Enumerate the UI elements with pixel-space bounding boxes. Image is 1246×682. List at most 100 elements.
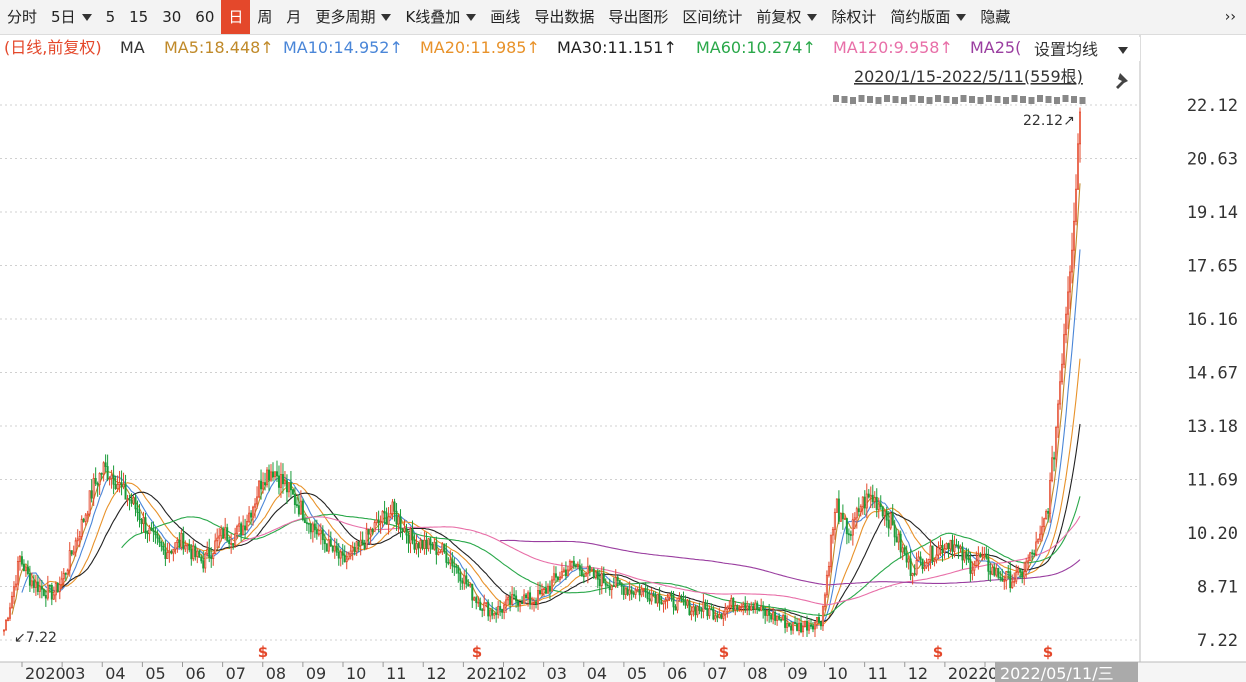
toolbar-item-9[interactable]: 更多周期 (308, 0, 398, 34)
candle-body (656, 593, 659, 604)
candle-body (564, 569, 567, 577)
candle-body (720, 614, 723, 619)
candle-body (323, 539, 326, 545)
candle-body (550, 579, 553, 592)
y-tick-label: 22.12 (1187, 96, 1238, 116)
toolbar-item-17[interactable]: 简约版面 (883, 0, 973, 34)
toolbar-item-3[interactable]: 15 (122, 0, 155, 34)
legend-item-ma: MA10:14.952↑ (283, 38, 403, 57)
candle-body (756, 602, 759, 611)
candle-body (1057, 403, 1060, 428)
obscured-tick-mark (1062, 95, 1069, 102)
candle-body (979, 554, 982, 558)
candle-body (315, 529, 318, 535)
candle-body (792, 622, 795, 631)
toolbar-item-1[interactable]: 5日 (44, 0, 99, 34)
candle-body (696, 606, 699, 616)
candle-body (120, 482, 123, 488)
candle-body (831, 529, 834, 536)
candle-body (640, 588, 643, 596)
toolbar-item-12[interactable]: 导出数据 (527, 0, 601, 34)
candle-body (1065, 313, 1068, 336)
candle-body (897, 533, 900, 543)
candle-body (246, 521, 249, 531)
candle-body (144, 517, 147, 534)
toolbar-item-0[interactable]: 分时 (0, 0, 44, 34)
candle-body (895, 536, 898, 543)
candle-body (66, 569, 69, 575)
candle-body (592, 568, 595, 579)
candle-body (823, 594, 826, 608)
toolbar-item-2[interactable]: 5 (99, 0, 123, 34)
candle-body (899, 533, 902, 553)
candle-body (72, 551, 75, 555)
toolbar-item-13[interactable]: 导出图形 (601, 0, 675, 34)
candle-body (236, 525, 239, 535)
toolbar-item-11[interactable]: 画线 (483, 0, 527, 34)
toolbar-item-6[interactable]: 日 (221, 0, 251, 34)
candle-body (676, 597, 679, 611)
caret-down-icon (956, 13, 967, 21)
x-tick-label: 09 (787, 664, 807, 682)
candle-body (766, 610, 769, 616)
toolbar-item-18[interactable]: 隐藏 (973, 0, 1017, 34)
candle-body (421, 539, 424, 549)
caret-down-icon (381, 13, 392, 21)
obscured-tick-mark (969, 96, 975, 103)
obscured-tick-mark (986, 95, 992, 102)
double-chevron-right-icon[interactable]: ›› (1215, 0, 1246, 34)
toolbar-item-5[interactable]: 60 (188, 0, 221, 34)
toolbar-item-10[interactable]: K线叠加 (398, 0, 483, 34)
candle-body (36, 581, 39, 592)
high-price-marker: 22.12↗ (1023, 113, 1075, 129)
toolbar-item-14[interactable]: 区间统计 (675, 0, 749, 34)
obscured-tick-mark (1079, 97, 1086, 104)
candle-body (1041, 526, 1044, 535)
candle-body (429, 538, 432, 546)
candle-body (800, 622, 803, 633)
candle-body (32, 580, 35, 588)
legend-item-ma: MA5:18.448↑ (164, 38, 274, 57)
candle-body (260, 480, 263, 490)
dividend-marker-icon: $ (472, 643, 482, 661)
candle-body (465, 575, 468, 585)
candle-body (784, 615, 787, 628)
ma-settings-button[interactable]: 设置均线 (1034, 40, 1098, 59)
toolbar-item-16[interactable]: 除权计 (824, 0, 883, 34)
candle-body (702, 602, 705, 612)
candle-body (1013, 580, 1016, 583)
candle-body (1069, 271, 1072, 293)
candle-body (54, 583, 57, 596)
kline-chart[interactable]: 22.12 20.63 19.14 17.65 16.16 14.67 13.18 11.69… (0, 35, 1246, 682)
candle-body (1001, 577, 1004, 582)
candle-body (507, 597, 510, 601)
candle-body (969, 559, 972, 574)
candle-body (513, 594, 516, 597)
candle-body (1033, 553, 1036, 555)
cursor-date-label: 2022/05/11/三 (1000, 664, 1114, 682)
candle-body (903, 547, 906, 555)
candle-body (393, 501, 396, 512)
candle-body (821, 606, 824, 627)
candle-body (293, 493, 296, 505)
candle-body (505, 599, 508, 606)
toolbar-item-4[interactable]: 30 (155, 0, 188, 34)
candle-body (943, 548, 946, 554)
x-tick-label: 12 (426, 664, 446, 682)
y-tick-label: 14.67 (1187, 364, 1238, 384)
candle-body (347, 553, 350, 560)
candle-body (240, 523, 243, 535)
candle-body (244, 525, 247, 531)
candle-body (146, 532, 149, 535)
candle-body (905, 553, 908, 563)
candle-body (1015, 571, 1018, 582)
toolbar-item-8[interactable]: 月 (279, 0, 308, 34)
candle-body (624, 588, 627, 595)
toolbar-item-15[interactable]: 前复权 (749, 0, 824, 34)
candle-body (188, 544, 191, 551)
toolbar-item-7[interactable]: 周 (250, 0, 279, 34)
candle-body (16, 561, 19, 585)
candle-body (132, 497, 135, 504)
candle-body (116, 484, 119, 490)
candle-body (202, 560, 205, 569)
